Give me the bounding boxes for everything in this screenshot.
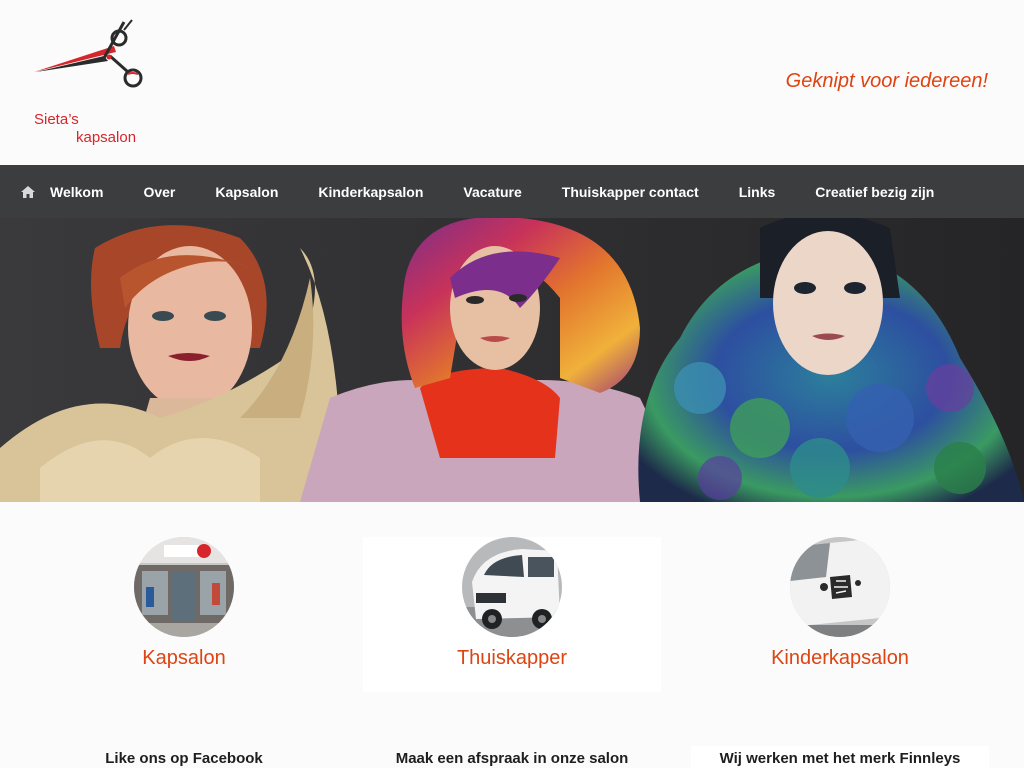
site-logo[interactable]: Sieta’s kapsalon — [28, 16, 158, 151]
white-van-photo — [462, 537, 562, 637]
bottom-sections: Like ons op Facebook Maak een afspraak i… — [0, 746, 1024, 768]
nav-item-welkom[interactable]: Welkom — [50, 184, 103, 200]
feature-tile-thuiskapper[interactable]: Thuiskapper — [363, 537, 661, 692]
feature-label-kapsalon: Kapsalon — [142, 647, 226, 669]
heading-facebook: Like ons op Facebook — [105, 750, 263, 767]
home-icon[interactable] — [20, 185, 36, 199]
feature-label-kinderkapsalon: Kinderkapsalon — [771, 647, 909, 669]
site-header: Sieta’s kapsalon Geknipt voor iedereen! — [0, 0, 1024, 165]
feature-tile-kinderkapsalon[interactable]: Kinderkapsalon — [691, 537, 989, 692]
scissors-icon — [34, 19, 143, 88]
feature-label-thuiskapper: Thuiskapper — [456, 647, 568, 669]
nav-item-over[interactable]: Over — [143, 184, 175, 200]
feature-tile-kapsalon[interactable]: Kapsalon — [35, 537, 333, 692]
heading-finnleys: Wij werken met het merk Finnleys — [691, 746, 989, 768]
nav-item-thuiskapper-contact[interactable]: Thuiskapper contact — [562, 184, 699, 200]
nav-item-kinderkapsalon[interactable]: Kinderkapsalon — [318, 184, 423, 200]
nav-item-links[interactable]: Links — [739, 184, 776, 200]
salon-storefront-photo — [134, 537, 234, 637]
logo-text-line1: Sieta’s — [34, 111, 79, 128]
logo-text-line2: kapsalon — [76, 129, 137, 146]
van-decal-photo — [790, 537, 890, 637]
hero-banner — [0, 218, 1024, 502]
nav-item-kapsalon[interactable]: Kapsalon — [215, 184, 278, 200]
hero-models-image — [0, 218, 1024, 502]
main-navigation: Welkom Over Kapsalon Kinderkapsalon Vaca… — [0, 165, 1024, 218]
nav-item-creatief-bezig-zijn[interactable]: Creatief bezig zijn — [815, 184, 934, 200]
nav-item-vacature[interactable]: Vacature — [463, 184, 521, 200]
heading-afspraak: Maak een afspraak in onze salon — [395, 750, 629, 767]
feature-tiles: Kapsalon Thuiskapper Kinderkapsalon — [0, 537, 1024, 692]
site-tagline: Geknipt voor iedereen! — [785, 70, 988, 92]
